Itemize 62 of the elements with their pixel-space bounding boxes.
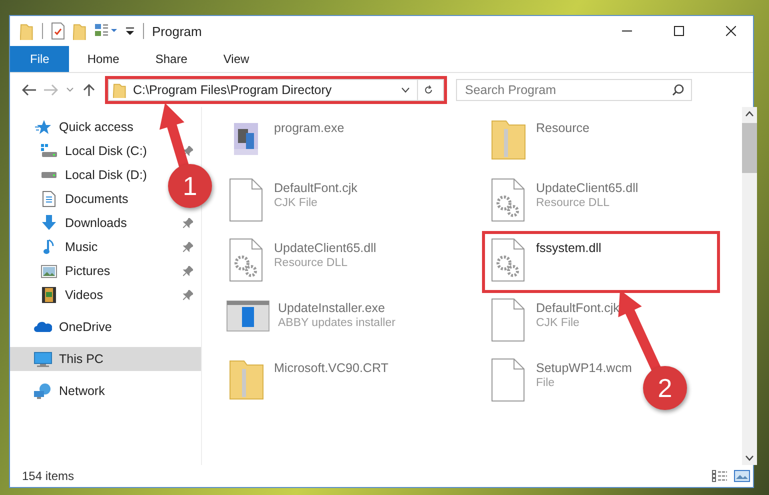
sidebar-item[interactable]: This PC	[10, 347, 201, 371]
picture-icon	[41, 264, 57, 278]
up-icon	[82, 84, 96, 96]
sidebar-item[interactable]: Pictures	[10, 259, 201, 283]
back-icon	[22, 84, 36, 96]
sidebar-item[interactable]: Local Disk (C:)	[10, 139, 201, 163]
network-icon	[34, 383, 52, 399]
scrollbar[interactable]	[742, 107, 757, 465]
ribbon-tab[interactable]: File	[10, 46, 70, 72]
scrollbar-thumb[interactable]	[742, 123, 757, 173]
address-path: C:\Program Files\Program Directory	[133, 83, 333, 97]
ribbon-tab[interactable]: View	[205, 46, 268, 72]
annotation-arrow	[159, 103, 190, 168]
folder-icon	[20, 22, 34, 40]
file-item[interactable]: UpdateClient65.dll Resource DLL	[222, 233, 380, 291]
sidebar-item[interactable]: OneDrive	[10, 315, 120, 339]
large-icons-view-icon	[734, 470, 750, 482]
forward-icon	[44, 84, 58, 96]
folder-icon	[73, 22, 87, 40]
document-icon	[42, 191, 56, 207]
file-item[interactable]: Resource	[484, 113, 594, 171]
large-icons-view-button[interactable]	[731, 470, 753, 482]
ribbon-tab[interactable]: Share	[137, 46, 206, 72]
chevron-up-icon	[745, 111, 754, 117]
star-icon	[35, 119, 51, 135]
sidebar-item[interactable]: Network	[10, 379, 113, 403]
chevron-down-icon	[745, 455, 754, 461]
item-count: 154 items	[22, 469, 74, 483]
sidebar-item[interactable]: Downloads	[10, 211, 201, 235]
maximize-icon	[674, 26, 684, 36]
drive-icon	[41, 144, 57, 158]
music-note-icon	[43, 239, 55, 255]
window-title: Program	[152, 24, 202, 38]
sidebar-item[interactable]: Quick access	[10, 115, 142, 139]
cloud-icon	[34, 321, 52, 333]
drive-icon	[41, 172, 57, 178]
file-item[interactable]: UpdateClient65.dll Resource DLL	[484, 173, 642, 231]
folder-icon	[113, 82, 127, 98]
sidebar-item[interactable]: Documents	[10, 187, 136, 211]
sidebar-item[interactable]: Music	[10, 235, 201, 259]
close-icon	[726, 26, 736, 36]
download-arrow-icon	[41, 215, 57, 231]
properties-icon[interactable]	[95, 23, 117, 39]
checklist-icon[interactable]	[51, 22, 65, 40]
refresh-icon	[424, 84, 433, 96]
dropdown-caret-icon[interactable]	[401, 87, 410, 93]
caret-icon[interactable]	[125, 26, 135, 36]
file-item[interactable]: UpdateInstaller.exe ABBY updates installer	[222, 293, 400, 351]
file-item[interactable]: SetupWP14.wcm File	[484, 353, 636, 411]
sidebar-item[interactable]: Local Disk (D:)	[10, 163, 155, 187]
file-item[interactable]: Microsoft.VC90.CRT	[222, 353, 392, 411]
monitor-icon	[34, 352, 52, 366]
file-item[interactable]: fssystem.dll	[484, 233, 718, 291]
ribbon-tab[interactable]: Home	[69, 46, 138, 72]
search-field[interactable]: Search Program	[456, 79, 692, 101]
sidebar-item[interactable]: Videos	[10, 283, 201, 307]
file-item[interactable]: DefaultFont.cjk CJK File	[222, 173, 362, 231]
address-bar[interactable]: C:\Program Files\Program Directory	[108, 79, 444, 101]
file-item[interactable]: DefaultFont.cjk CJK File	[484, 293, 624, 351]
film-icon	[42, 287, 56, 303]
file-item[interactable]: program.exe	[222, 113, 348, 171]
details-view-icon	[712, 470, 728, 482]
